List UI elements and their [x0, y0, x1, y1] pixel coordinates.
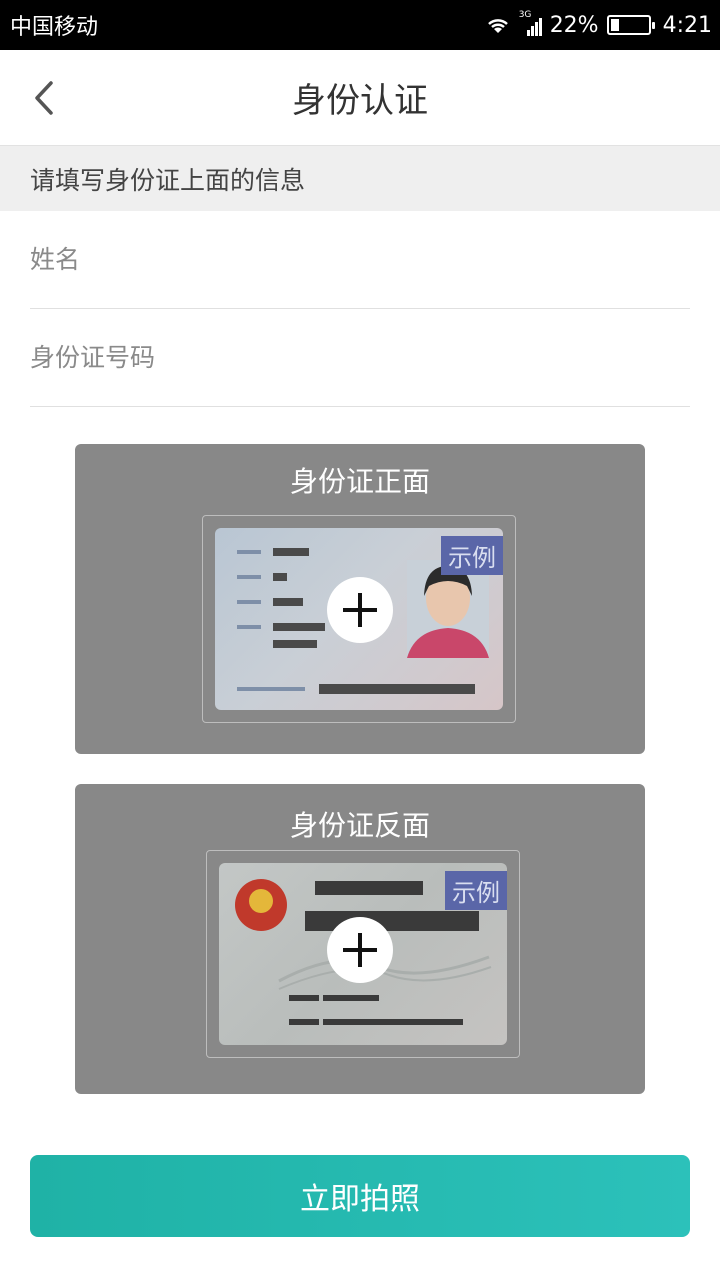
clock: 4:21 [662, 12, 712, 38]
carrier-label: 中国移动 [10, 15, 99, 40]
id-back-upload[interactable]: 身份证反面 示例 [75, 784, 645, 1094]
id-back-sample-tag: 示例 [445, 871, 507, 910]
form-hint: 请填写身份证上面的信息 [0, 146, 720, 211]
battery-percent: 22% [549, 12, 599, 38]
take-photo-button[interactable]: 立即拍照 [30, 1155, 690, 1237]
chevron-left-icon [35, 81, 53, 115]
id-front-add-button[interactable] [327, 577, 393, 643]
network-type-label: 3G [518, 10, 532, 20]
id-front-upload[interactable]: 身份证正面 示例 [75, 444, 645, 754]
id-front-sample-tag: 示例 [441, 536, 503, 575]
status-bar: 中国移动 3G 22% 4:21 [0, 0, 720, 50]
battery-icon [606, 15, 655, 35]
id-number-field [30, 309, 690, 407]
plus-icon [343, 593, 377, 627]
page-title: 身份认证 [292, 81, 428, 121]
id-front-title: 身份证正面 [289, 465, 430, 498]
back-button[interactable] [22, 76, 66, 120]
nav-bar: 身份认证 [0, 50, 720, 146]
id-back-title: 身份证反面 [289, 809, 430, 842]
name-field [30, 211, 690, 309]
battery-level [610, 19, 619, 31]
id-number-input[interactable] [30, 309, 690, 406]
plus-icon [343, 933, 377, 967]
wifi-icon [487, 19, 508, 33]
name-input[interactable] [30, 211, 690, 308]
id-back-add-button[interactable] [327, 917, 393, 983]
signal-icon: 3G [519, 10, 542, 36]
status-icons: 3G 22% 4:21 [485, 10, 712, 38]
